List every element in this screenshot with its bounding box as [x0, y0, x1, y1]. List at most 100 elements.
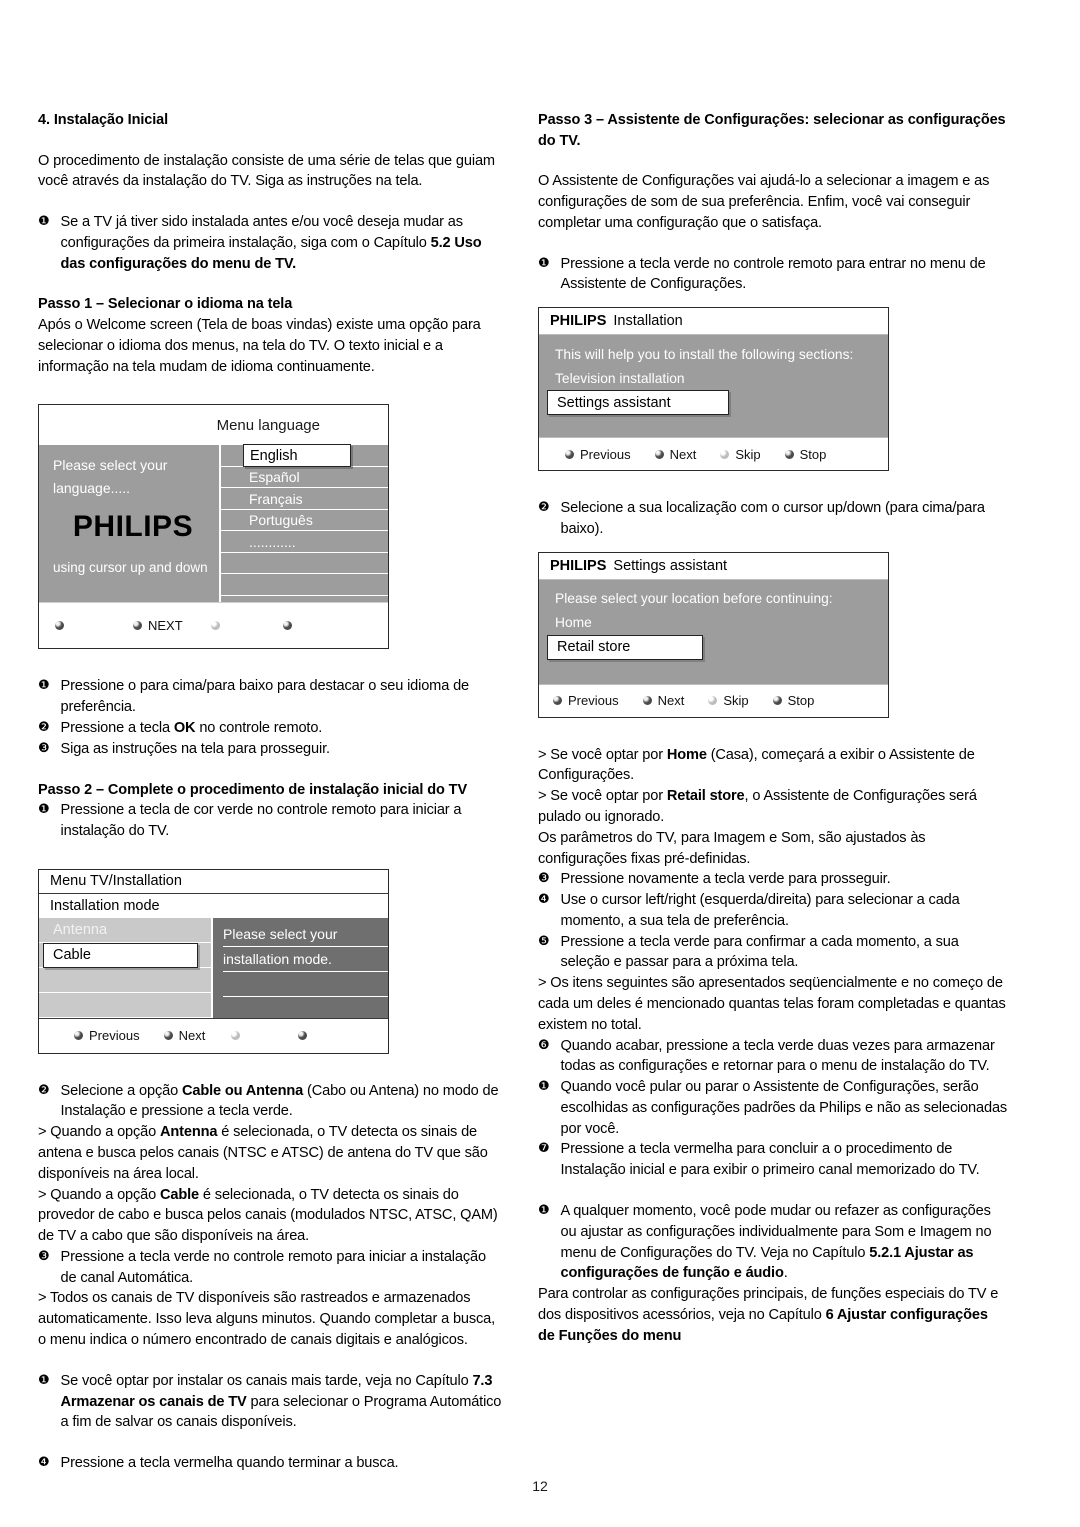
left-column: 4. Instalação Inicial O procedimento de …: [38, 110, 504, 1474]
nav-label-previous: Previous: [89, 1028, 140, 1044]
angle-text-a: > Quando a opção: [38, 1124, 161, 1141]
nav-button-stop[interactable]: Stop: [784, 446, 827, 462]
option-blank-2: [39, 993, 211, 1018]
page-number: 12: [532, 1478, 548, 1494]
note-marker-icon: ❶: [38, 214, 50, 230]
figure-title: Menu language: [39, 405, 388, 446]
nav-label-skip: Skip: [723, 693, 749, 709]
step3-title: Passo 3 – Assistente de Configurações: s…: [538, 112, 1006, 149]
figure-subtitle: Installation mode: [39, 893, 388, 918]
language-option-espanol[interactable]: Español: [221, 467, 388, 489]
bullet-item: ❺ Pressione a tecla verde para confirmar…: [538, 932, 1008, 974]
figure-message-pane: Please select your installation mode.: [211, 917, 388, 1018]
nav-button-3[interactable]: [298, 1031, 313, 1041]
bullet-text: Use o cursor left/right (esquerda/direit…: [560, 892, 960, 929]
note-item: ❶ Se a TV já tiver sido instalada antes …: [38, 212, 504, 274]
language-option-blank-2: [221, 574, 388, 596]
bullet-marker-icon: ❷: [38, 719, 50, 735]
bullet-marker-icon: ❺: [538, 933, 550, 949]
angle-item: > Quando a opção Cable é selecionada, o …: [38, 1185, 504, 1247]
figure-navbar: Previous Next Skip Stop: [539, 437, 888, 471]
bullet-text: Pressione o para cima/para baixo para de…: [60, 678, 470, 716]
nav-button-2[interactable]: [210, 621, 226, 631]
bullet-item: ❷ Selecione a opção Cable ou Antenna (Ca…: [38, 1081, 504, 1123]
nav-button-0[interactable]: [55, 621, 70, 631]
nav-button-previous[interactable]: Previous: [553, 693, 619, 708]
language-option-portugues[interactable]: Português: [221, 510, 388, 532]
step2-title: Passo 2 – Complete o procedimento de ins…: [38, 781, 468, 798]
bullet-item: ❹ Pressione a tecla vermelha quando term…: [38, 1453, 504, 1474]
bullet-item: ❶ Pressione o para cima/para baixo para …: [38, 676, 504, 718]
installation-mode-list[interactable]: Antenna Cable: [39, 917, 211, 1018]
nav-button-next[interactable]: Next: [642, 693, 685, 709]
figure-menu-tv-installation: Menu TV/Installation Installation mode A…: [38, 868, 389, 1054]
note-text-b: .: [783, 1265, 788, 1282]
nav-label-next: Next: [178, 1028, 206, 1044]
bullet-marker-icon: ❹: [538, 892, 550, 908]
step1-paragraph: Após o Welcome screen (Tela de boas vind…: [38, 317, 481, 375]
bullet-item: ❷ Pressione a tecla OK no controle remot…: [38, 718, 504, 739]
info-line-1: This will help you to install the follow…: [555, 346, 854, 362]
language-option-francais[interactable]: Français: [221, 488, 388, 510]
bullet-marker-icon: ❷: [538, 500, 550, 516]
nav-dot-icon: [210, 621, 220, 631]
section-title: 4. Instalação Inicial: [38, 112, 169, 128]
nav-label-next: Next: [657, 693, 685, 709]
figure-title: Menu TV/Installation: [39, 869, 388, 894]
figure-body: Please select your language..... PHILIPS…: [39, 444, 388, 603]
hint-text: using cursor up and down: [53, 559, 208, 575]
nav-button-stop[interactable]: Stop: [772, 693, 814, 708]
info-line-1: Please select your location before conti…: [555, 591, 833, 607]
nav-button-skip[interactable]: Skip: [708, 693, 749, 709]
figure-philips-installation: PHILIPS Installation This will help you …: [538, 307, 889, 472]
nav-dot-icon: [163, 1031, 173, 1041]
prompt-line-2: language.....: [53, 480, 131, 497]
nav-dot-icon: [720, 449, 730, 459]
note-marker-icon: ❶: [538, 1203, 550, 1219]
figure-navbar: Previous Next: [39, 1017, 388, 1053]
option-antenna[interactable]: Antenna: [39, 918, 211, 943]
language-option-more[interactable]: ............: [221, 531, 388, 553]
option-blank-1: [39, 968, 211, 993]
bullet-text: Selecione a opção Cable ou Antenna (Cabo…: [61, 1081, 504, 1123]
selected-highlight-box[interactable]: English: [243, 444, 351, 468]
nav-label-stop: Stop: [799, 446, 827, 462]
nav-button-previous[interactable]: Previous: [74, 1028, 140, 1043]
intro-paragraph: O procedimento de instalação consiste de…: [38, 152, 495, 190]
angle-text-bold: Cable: [160, 1186, 200, 1203]
bullet-marker-icon: ❷: [38, 1082, 50, 1098]
figure-screen-name: Settings assistant: [613, 557, 728, 574]
bullet-text: Pressione novamente a tecla verde para p…: [560, 871, 891, 888]
note-text: A qualquer momento, você pode mudar ou r…: [561, 1201, 1008, 1284]
nav-button-2[interactable]: [231, 1031, 246, 1041]
note-marker-icon: ❶: [538, 1079, 550, 1095]
figure-screen-name: Installation: [613, 313, 683, 330]
selected-highlight-box[interactable]: Cable: [43, 942, 198, 968]
nav-button-skip[interactable]: Skip: [720, 447, 761, 462]
language-option-english[interactable]: English: [221, 444, 388, 468]
note-continuation: Para controlar as configurações principa…: [538, 1284, 1008, 1346]
selected-highlight-box[interactable]: Retail store: [547, 634, 703, 660]
nav-button-previous[interactable]: Previous: [565, 447, 631, 462]
bullet-marker-icon: ❸: [38, 740, 50, 756]
angle-text-bold: Home: [666, 746, 707, 763]
bullet-text: Selecione a sua localização com o cursor…: [560, 500, 986, 537]
step3-paragraph: O Assistente de Configurações vai ajudá-…: [538, 173, 990, 231]
bullet-item: ❷ Selecione a sua localização com o curs…: [538, 498, 1008, 540]
nav-button-next[interactable]: NEXT: [133, 618, 183, 633]
language-list[interactable]: English Español Français Português .....…: [219, 444, 388, 603]
angle-text-a: > Se você optar por: [538, 788, 667, 805]
selected-highlight-box[interactable]: Settings assistant: [547, 390, 729, 416]
nav-button-3[interactable]: [282, 621, 298, 631]
bullet-text: Siga as instruções na tela para prossegu…: [60, 740, 331, 757]
nav-button-next[interactable]: Next: [654, 447, 696, 462]
bullet-text-a: Pressione a tecla: [60, 719, 174, 736]
bullet-text: Quando acabar, pressione a tecla verde d…: [560, 1037, 995, 1075]
philips-logo: PHILIPS: [550, 313, 607, 330]
nav-dot-icon: [654, 449, 664, 459]
nav-button-next[interactable]: Next: [163, 1028, 206, 1044]
note-item: ❶ Se você optar por instalar os canais m…: [38, 1371, 504, 1433]
message-blank-1: [223, 972, 388, 997]
bullet-text-bold: Cable ou Antenna: [181, 1082, 304, 1099]
nav-dot-icon: [282, 621, 292, 631]
